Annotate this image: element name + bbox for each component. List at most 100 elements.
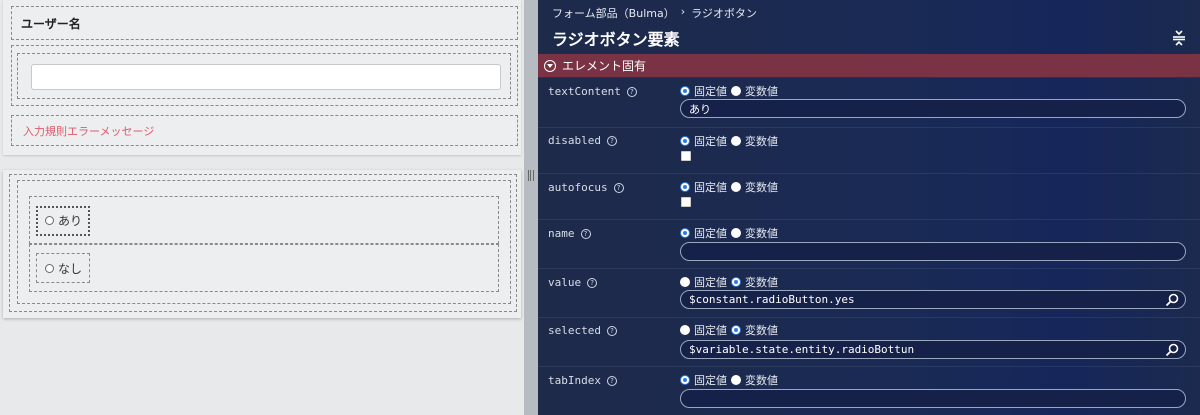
- search-icon[interactable]: [1165, 343, 1179, 357]
- value-input[interactable]: $constant.radioButton.yes: [680, 290, 1186, 309]
- radio-variable[interactable]: [731, 136, 741, 146]
- mode-selector: 固定値 変数値: [680, 225, 778, 241]
- property-name: autofocus ?: [548, 181, 624, 194]
- search-icon[interactable]: [1165, 293, 1179, 307]
- property-name: selected ?: [548, 324, 617, 337]
- variable-label: 変数値: [745, 227, 778, 240]
- mode-selector: 固定値 変数値: [680, 322, 778, 338]
- fixed-label: 固定値: [694, 181, 727, 194]
- radio-circle-icon[interactable]: [45, 264, 54, 273]
- property-name-text: autofocus: [548, 181, 608, 194]
- radio-fixed-selected[interactable]: [680, 86, 690, 96]
- property-name-text: value: [548, 276, 582, 289]
- breadcrumb-current: ラジオボタン: [691, 7, 757, 20]
- selected-expression: $variable.state.entity.radioBottun: [689, 343, 915, 356]
- property-row-textcontent: textContent ? 固定値 変数値 あり: [538, 79, 1200, 128]
- radio-option-label: なし: [58, 262, 83, 276]
- property-row-disabled: disabled ? 固定値 変数値: [538, 128, 1200, 174]
- variable-label: 変数値: [745, 181, 778, 194]
- text-field-block[interactable]: ユーザー名 入力規則エラーメッセージ: [3, 0, 521, 155]
- radio-fixed[interactable]: [680, 325, 690, 335]
- name-input[interactable]: [680, 242, 1186, 261]
- collapse-toggle-icon[interactable]: [544, 59, 556, 72]
- autofocus-checkbox[interactable]: [681, 197, 691, 207]
- variable-label: 変数値: [745, 135, 778, 148]
- help-icon[interactable]: ?: [626, 86, 637, 97]
- fixed-label: 固定値: [694, 85, 727, 98]
- mode-selector: 固定値 変数値: [680, 179, 778, 195]
- section-title: エレメント固有: [562, 59, 647, 73]
- panel-splitter[interactable]: [524, 0, 538, 415]
- breadcrumb: フォーム部品（Bulma） › ラジオボタン: [552, 5, 757, 21]
- help-icon[interactable]: ?: [606, 375, 617, 386]
- mode-selector: 固定値 変数値: [680, 83, 778, 99]
- property-name: name ?: [548, 227, 591, 240]
- variable-label: 変数値: [745, 374, 778, 387]
- disabled-checkbox[interactable]: [681, 151, 691, 161]
- radio-fixed-selected[interactable]: [680, 136, 690, 146]
- validation-error-text: 入力規則エラーメッセージ: [23, 125, 155, 138]
- radio-circle-icon[interactable]: [45, 216, 54, 225]
- property-name-text: disabled: [548, 134, 601, 147]
- radio-option-no[interactable]: なし: [45, 260, 82, 277]
- property-panel: フォーム部品（Bulma） › ラジオボタン ラジオボタン要素 エレメント固有 …: [538, 0, 1200, 415]
- help-icon[interactable]: ?: [613, 182, 624, 193]
- property-name-text: textContent: [548, 85, 621, 98]
- variable-label: 変数値: [745, 324, 778, 337]
- help-icon[interactable]: ?: [606, 325, 617, 336]
- radio-option-yes[interactable]: あり: [45, 212, 82, 229]
- selected-input[interactable]: $variable.state.entity.radioBottun: [680, 340, 1186, 359]
- property-row-name: name ? 固定値 変数値: [538, 220, 1200, 269]
- property-name: value ?: [548, 276, 598, 289]
- field-label: ユーザー名: [21, 17, 81, 31]
- radio-variable-selected[interactable]: [731, 277, 741, 287]
- breadcrumb-parent[interactable]: フォーム部品（Bulma）: [552, 5, 675, 21]
- property-name: textContent ?: [548, 85, 637, 98]
- tabindex-input[interactable]: [680, 389, 1186, 408]
- radio-fixed[interactable]: [680, 277, 690, 287]
- variable-label: 変数値: [745, 85, 778, 98]
- radio-variable[interactable]: [731, 86, 741, 96]
- radio-item-frame-yes: [29, 196, 499, 244]
- fixed-label: 固定値: [694, 135, 727, 148]
- collapse-all-icon[interactable]: [1172, 30, 1186, 46]
- fixed-label: 固定値: [694, 374, 727, 387]
- radio-fixed-selected[interactable]: [680, 228, 690, 238]
- property-name: tabIndex ?: [548, 374, 617, 387]
- mode-selector: 固定値 変数値: [680, 133, 778, 149]
- radio-fixed-selected[interactable]: [680, 375, 690, 385]
- radio-fixed-selected[interactable]: [680, 182, 690, 192]
- property-row-autofocus: autofocus ? 固定値 変数値: [538, 174, 1200, 220]
- radio-variable[interactable]: [731, 228, 741, 238]
- form-canvas: ユーザー名 入力規則エラーメッセージ あり なし: [0, 0, 524, 415]
- breadcrumb-separator: ›: [680, 5, 686, 18]
- panel-title: ラジオボタン要素: [552, 30, 680, 49]
- radio-variable[interactable]: [731, 375, 741, 385]
- radio-group-block[interactable]: あり なし: [3, 170, 521, 318]
- property-row-selected: selected ? 固定値 変数値 $variable.state.entit…: [538, 318, 1200, 367]
- help-icon[interactable]: ?: [606, 135, 617, 146]
- username-input[interactable]: [31, 64, 501, 90]
- radio-variable[interactable]: [731, 182, 741, 192]
- fixed-label: 固定値: [694, 227, 727, 240]
- help-icon[interactable]: ?: [587, 277, 598, 288]
- textcontent-value: あり: [689, 102, 711, 116]
- variable-label: 変数値: [745, 276, 778, 289]
- property-name-text: tabIndex: [548, 374, 601, 387]
- property-name-text: selected: [548, 324, 601, 337]
- section-header-element-specific[interactable]: エレメント固有: [538, 54, 1200, 78]
- mode-selector: 固定値 変数値: [680, 372, 778, 388]
- radio-variable-selected[interactable]: [731, 325, 741, 335]
- mode-selector: 固定値 変数値: [680, 274, 778, 290]
- fixed-label: 固定値: [694, 276, 727, 289]
- property-name: disabled ?: [548, 134, 617, 147]
- property-row-value: value ? 固定値 変数値 $constant.radioButton.ye…: [538, 269, 1200, 318]
- help-icon[interactable]: ?: [580, 228, 591, 239]
- label-frame: [11, 6, 518, 40]
- fixed-label: 固定値: [694, 324, 727, 337]
- textcontent-input[interactable]: あり: [680, 99, 1186, 118]
- property-row-tabindex: tabIndex ? 固定値 変数値: [538, 367, 1200, 415]
- value-expression: $constant.radioButton.yes: [689, 293, 855, 306]
- drag-handle-icon[interactable]: [528, 170, 534, 181]
- property-name-text: name: [548, 227, 575, 240]
